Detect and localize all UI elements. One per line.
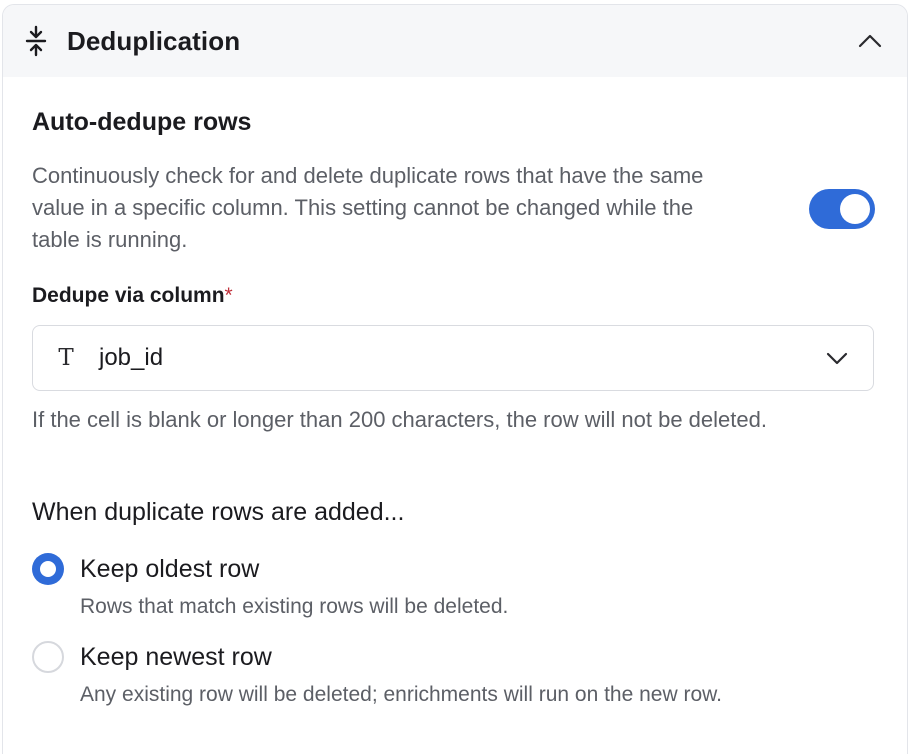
compress-vertical-icon: [21, 24, 51, 58]
radio-keep-oldest-description: Rows that match existing rows will be de…: [80, 595, 509, 618]
auto-dedupe-toggle[interactable]: [809, 189, 875, 229]
toggle-knob: [840, 194, 870, 224]
required-mark: *: [224, 284, 233, 307]
dedupe-column-select[interactable]: T job_id: [32, 325, 874, 391]
dedupe-column-label: Dedupe via column*: [32, 284, 233, 308]
dedupe-column-value: job_id: [99, 344, 164, 371]
auto-dedupe-description: Continuously check for and delete duplic…: [32, 163, 704, 252]
dedupe-column-help: If the cell is blank or longer than 200 …: [32, 407, 767, 432]
panel-header[interactable]: Deduplication: [3, 5, 907, 77]
auto-dedupe-title: Auto-dedupe rows: [32, 108, 252, 136]
duplicate-policy-question: When duplicate rows are added...: [32, 498, 405, 526]
dedupe-column-label-text: Dedupe via column: [32, 284, 225, 307]
radio-keep-newest-label: Keep newest row: [80, 643, 272, 671]
radio-unselected-icon[interactable]: [32, 641, 64, 673]
chevron-down-icon: [823, 344, 851, 372]
chevron-up-icon[interactable]: [853, 24, 887, 58]
radio-keep-oldest-label: Keep oldest row: [80, 555, 260, 583]
text-type-icon: T: [58, 345, 74, 371]
panel-title: Deduplication: [67, 25, 241, 56]
radio-selected-icon[interactable]: [32, 553, 64, 585]
radio-keep-newest-description: Any existing row will be deleted; enrich…: [80, 683, 722, 706]
